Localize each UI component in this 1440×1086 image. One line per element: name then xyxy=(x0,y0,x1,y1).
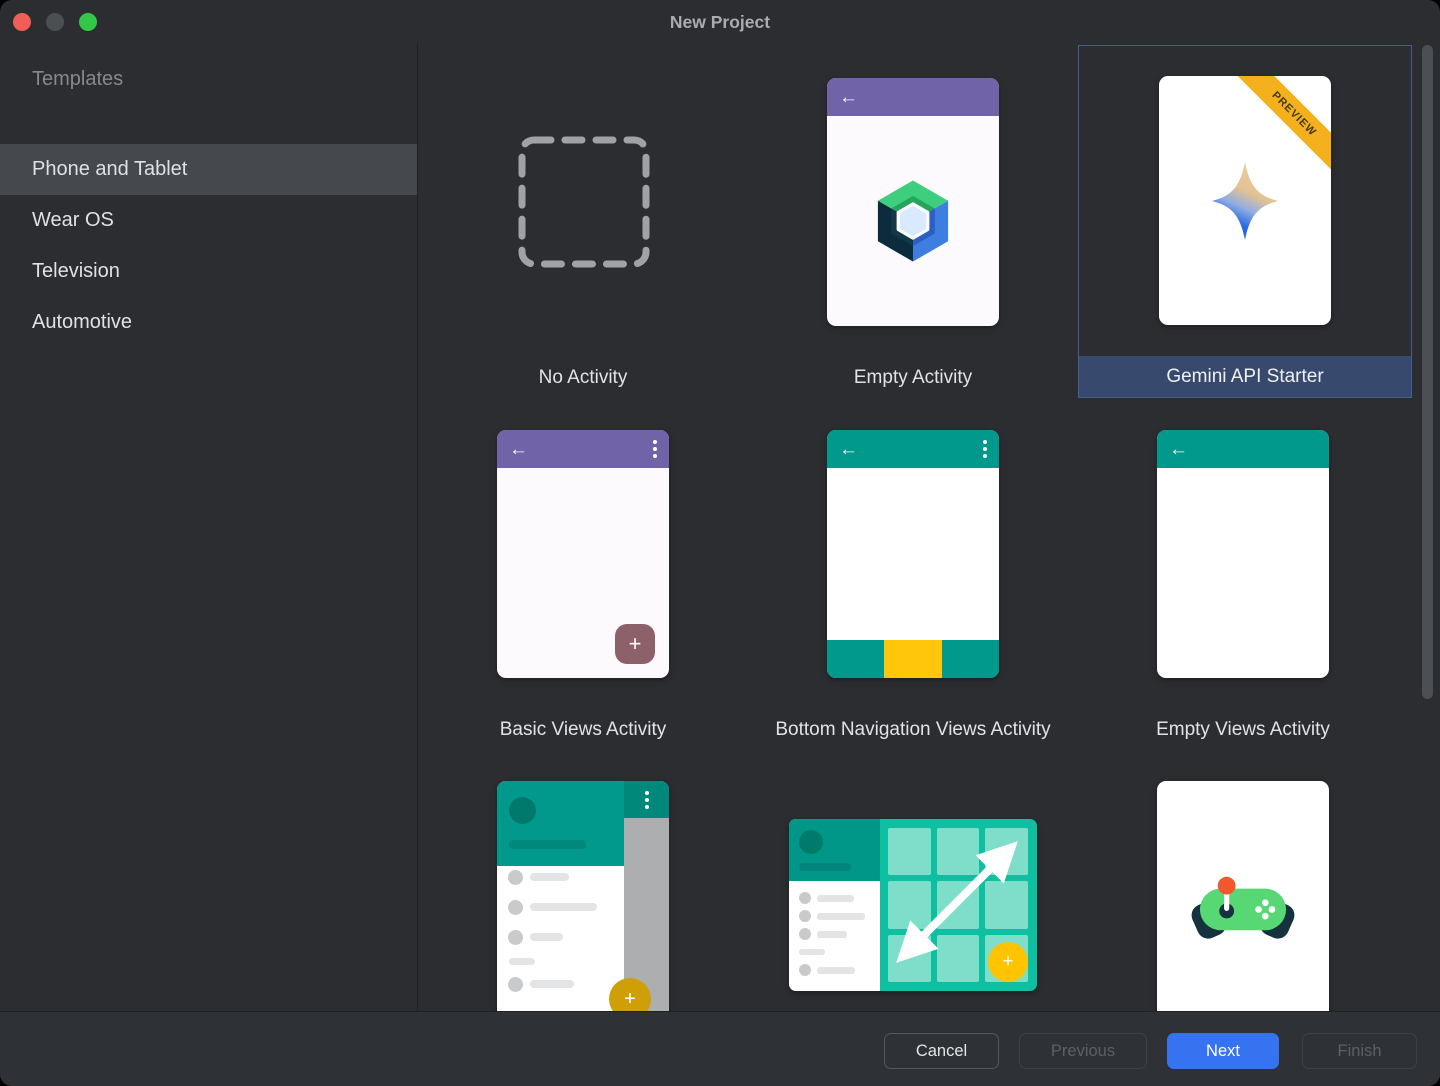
new-project-dialog: New Project Templates Phone and Tablet W… xyxy=(0,0,1440,1086)
gallery-scrollbar[interactable] xyxy=(1422,45,1433,699)
sidebar-header: Templates xyxy=(32,68,123,91)
sidebar-item-television[interactable]: Television xyxy=(0,246,417,297)
fab-plus-icon: + xyxy=(615,624,655,664)
gemini-star-icon xyxy=(1209,159,1281,243)
fab-plus-icon: + xyxy=(988,942,1028,982)
back-arrow-icon: ← xyxy=(839,88,858,107)
finish-button[interactable]: Finish xyxy=(1302,1033,1417,1069)
previous-button[interactable]: Previous xyxy=(1019,1033,1147,1069)
avatar-circle-icon xyxy=(509,797,536,824)
back-arrow-icon: ← xyxy=(1169,440,1188,459)
sidebar-item-phone-and-tablet[interactable]: Phone and Tablet xyxy=(0,144,417,195)
gemini-thumbnail: PREVIEW xyxy=(1159,76,1331,325)
selected-template-label: Gemini API Starter xyxy=(1079,356,1411,397)
templates-sidebar: Templates Phone and Tablet Wear OS Telev… xyxy=(0,44,417,1011)
next-button[interactable]: Next xyxy=(1167,1033,1279,1069)
template-gemini-api-starter-selected[interactable]: PREVIEW Gemini API Starter xyxy=(1078,45,1412,398)
bottom-nav-thumbnail: ← xyxy=(827,430,999,678)
drawer-appbar xyxy=(624,781,669,818)
cancel-button[interactable]: Cancel xyxy=(884,1033,999,1069)
drawer-header xyxy=(497,781,624,866)
back-arrow-icon: ← xyxy=(509,440,528,459)
template-navigation-drawer-views-activity[interactable]: + xyxy=(497,781,669,1011)
empty-views-thumbnail: ← xyxy=(1157,430,1329,678)
game-controller-icon xyxy=(1191,866,1295,944)
dashed-placeholder-icon xyxy=(517,135,651,269)
overflow-menu-icon xyxy=(653,440,657,458)
template-responsive-views-activity[interactable]: + xyxy=(789,819,1037,991)
template-label: No Activity xyxy=(418,366,748,390)
titlebar: New Project xyxy=(0,0,1440,44)
template-label: Empty Activity xyxy=(748,366,1078,390)
template-label: Basic Views Activity xyxy=(418,718,748,742)
window-title: New Project xyxy=(0,0,1440,44)
template-label: Bottom Navigation Views Activity xyxy=(748,718,1078,742)
basic-views-thumbnail: ← + xyxy=(497,430,669,678)
avatar-circle-icon xyxy=(799,830,823,854)
jetpack-compose-logo-icon xyxy=(874,177,952,265)
overflow-menu-icon xyxy=(645,791,649,809)
empty-activity-thumbnail: ← xyxy=(827,78,999,326)
sidebar-list: Phone and Tablet Wear OS Television Auto… xyxy=(0,144,417,348)
overflow-menu-icon xyxy=(983,440,987,458)
bottom-nav-bar xyxy=(827,640,999,678)
sidebar-item-wear-os[interactable]: Wear OS xyxy=(0,195,417,246)
responsive-header xyxy=(789,819,880,881)
template-gallery: No Activity ← xyxy=(418,44,1440,1011)
dialog-footer: Cancel Previous Next Finish xyxy=(0,1011,1440,1086)
template-game-activity[interactable] xyxy=(1157,781,1329,1011)
sidebar-item-automotive[interactable]: Automotive xyxy=(0,297,417,348)
back-arrow-icon: ← xyxy=(839,440,858,459)
template-label: Empty Views Activity xyxy=(1078,718,1408,742)
